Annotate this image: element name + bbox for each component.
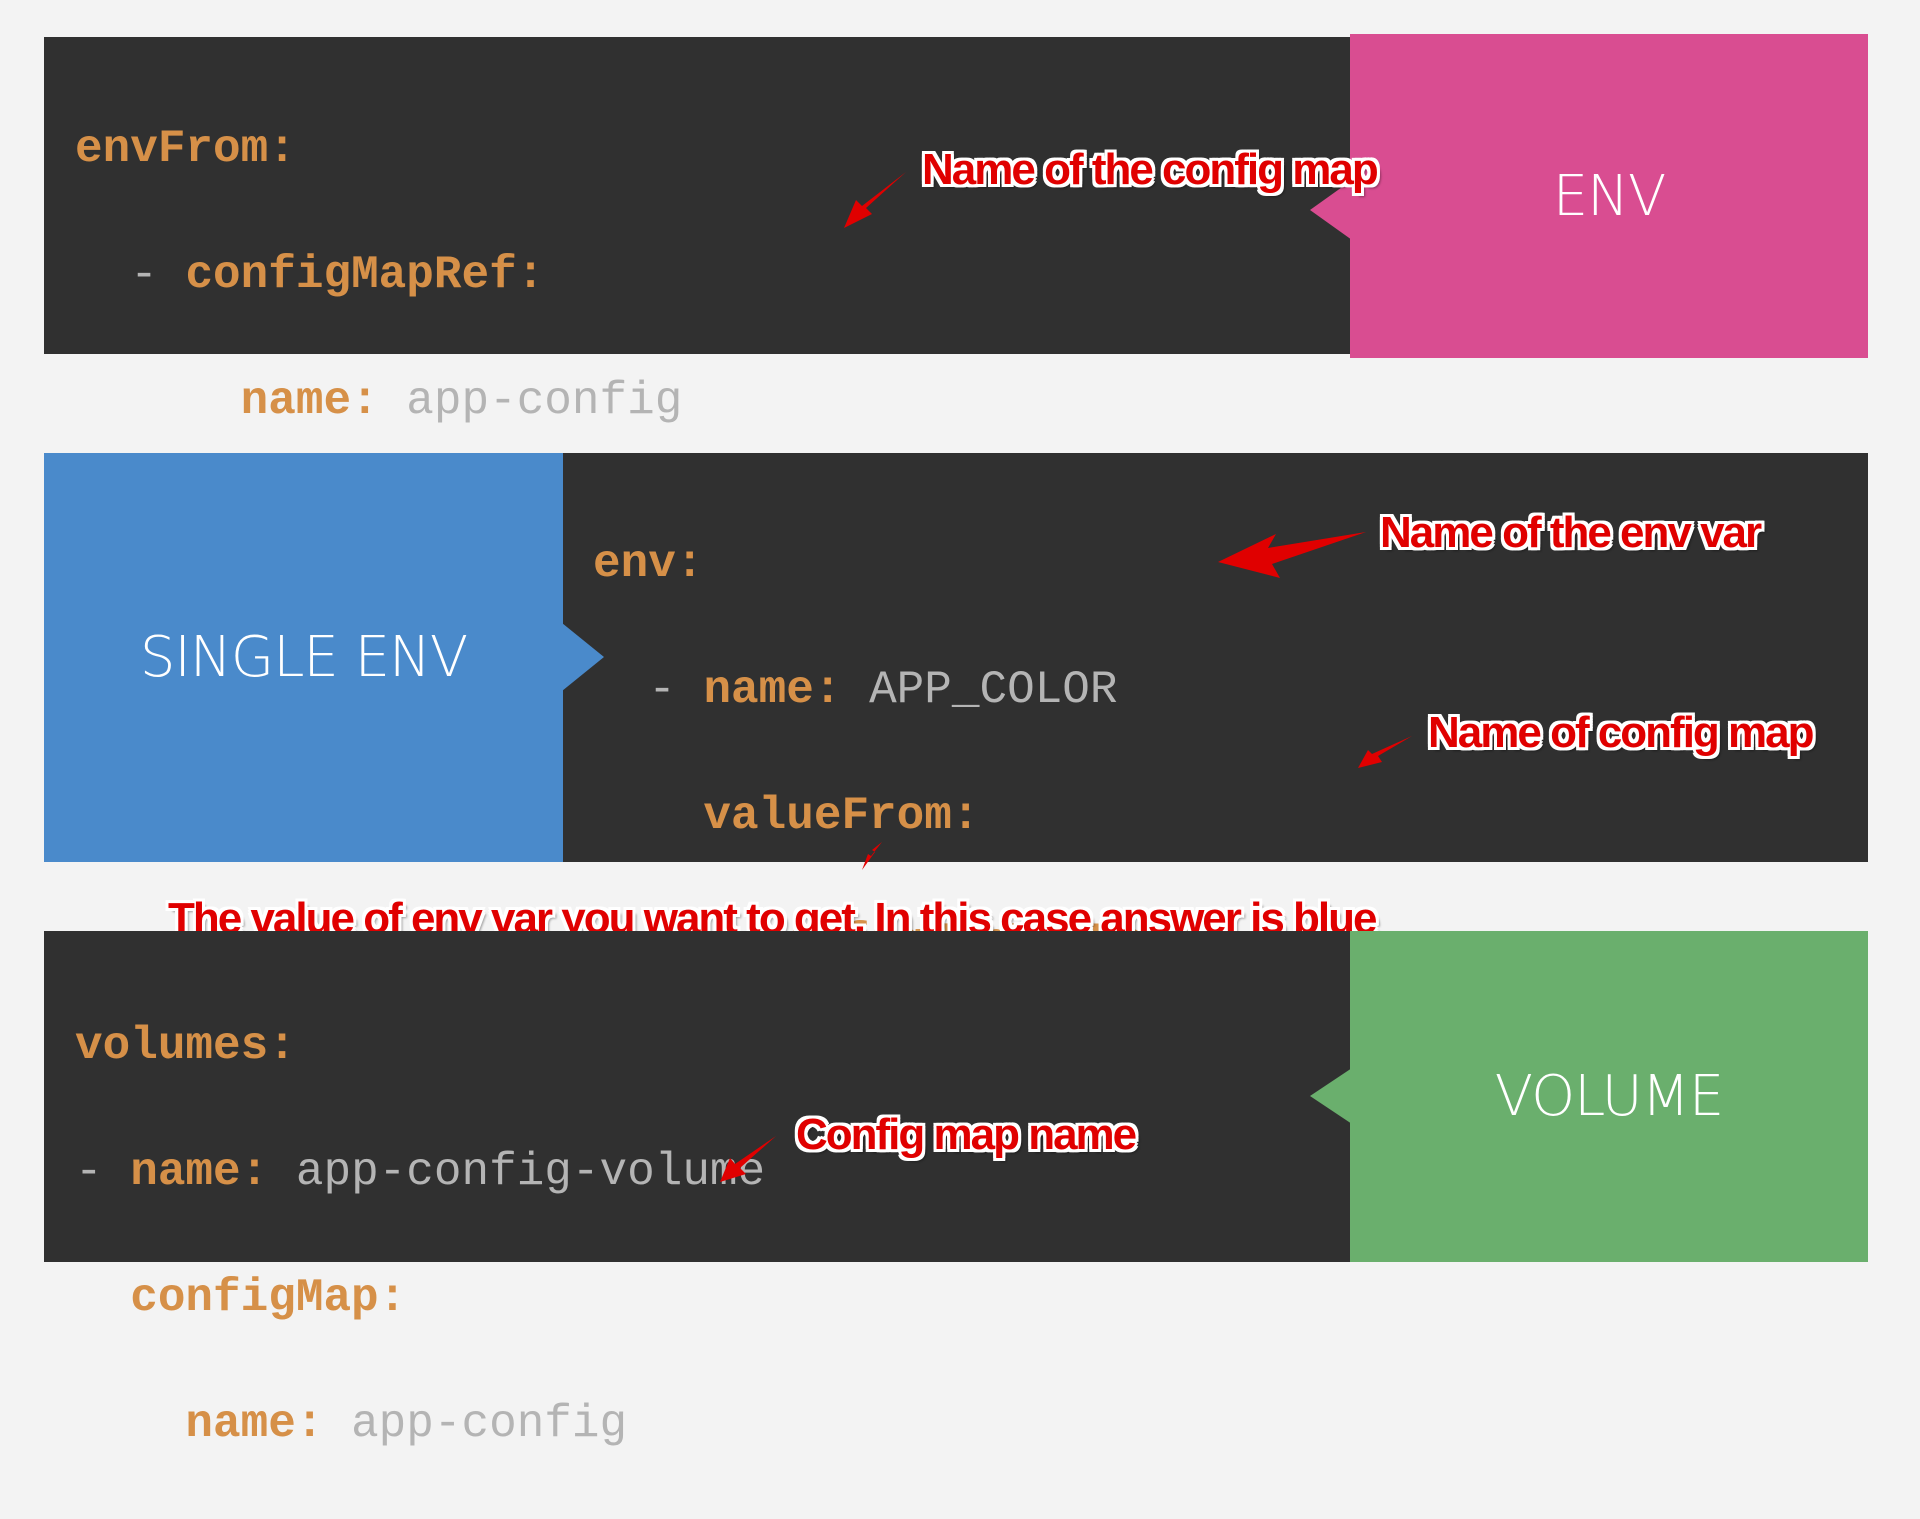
code-line: envFrom:: [75, 118, 682, 181]
annotation-config-map-name: Name of the config map: [922, 145, 1379, 194]
annotation-volume-config-map: Config map name: [796, 1110, 1137, 1159]
single-env-tag-label: SINGLE ENV: [139, 625, 468, 690]
yaml-key: name:: [185, 1398, 324, 1450]
yaml-key: env:: [593, 538, 704, 590]
yaml-key: configMap:: [130, 1272, 407, 1324]
annotation-env-var-name: Name of the env var: [1380, 508, 1762, 557]
single-env-tag: SINGLE ENV: [44, 453, 563, 862]
annotation-arrow-icon: [1358, 736, 1412, 768]
yaml-key: valueFrom:: [703, 790, 980, 842]
yaml-key: volumes:: [75, 1020, 296, 1072]
code-line: - configMapRef:: [75, 244, 682, 307]
yaml-key: name:: [703, 664, 842, 716]
annotation-config-map-name-2: Name of config map: [1428, 708, 1814, 757]
yaml-value: APP_COLOR: [869, 664, 1118, 716]
annotation-arrow-icon: [862, 842, 882, 870]
code-line: name: app-config: [75, 1393, 765, 1456]
code-line: - name: APP_COLOR: [593, 659, 1256, 722]
yaml-key: configMapRef:: [185, 249, 545, 301]
volume-tag-label: VOLUME: [1494, 1064, 1724, 1129]
code-line: env:: [593, 533, 1256, 596]
env-code: envFrom: - configMapRef: name: app-confi…: [75, 55, 682, 496]
yaml-value: app-config-volume: [295, 1146, 766, 1198]
env-tag: ENV: [1350, 34, 1868, 358]
annotation-arrow-icon: [1218, 532, 1366, 578]
annotation-arrow-icon: [844, 172, 906, 228]
yaml-dash: -: [130, 249, 186, 301]
yaml-key: envFrom:: [75, 123, 296, 175]
code-line: volumes:: [75, 1015, 765, 1078]
code-line: name: app-config: [75, 370, 683, 433]
code-line: - name: app-config-volume: [75, 1141, 765, 1204]
code-line: valueFrom:: [593, 785, 1256, 848]
yaml-key: name:: [130, 1146, 269, 1198]
annotation-arrow-icon: [720, 1136, 776, 1182]
yaml-value: app-config: [406, 375, 683, 427]
volume-code: volumes: - name: app-config-volume confi…: [75, 952, 765, 1519]
env-tag-label: ENV: [1552, 163, 1667, 229]
yaml-key: name:: [240, 375, 379, 427]
yaml-dash: -: [648, 664, 704, 716]
volume-tag: VOLUME: [1350, 931, 1868, 1262]
yaml-dash: -: [75, 1146, 131, 1198]
yaml-value: app-config: [351, 1398, 628, 1450]
code-line: configMap:: [75, 1267, 765, 1330]
volume-tag-pointer: [1310, 1068, 1352, 1124]
